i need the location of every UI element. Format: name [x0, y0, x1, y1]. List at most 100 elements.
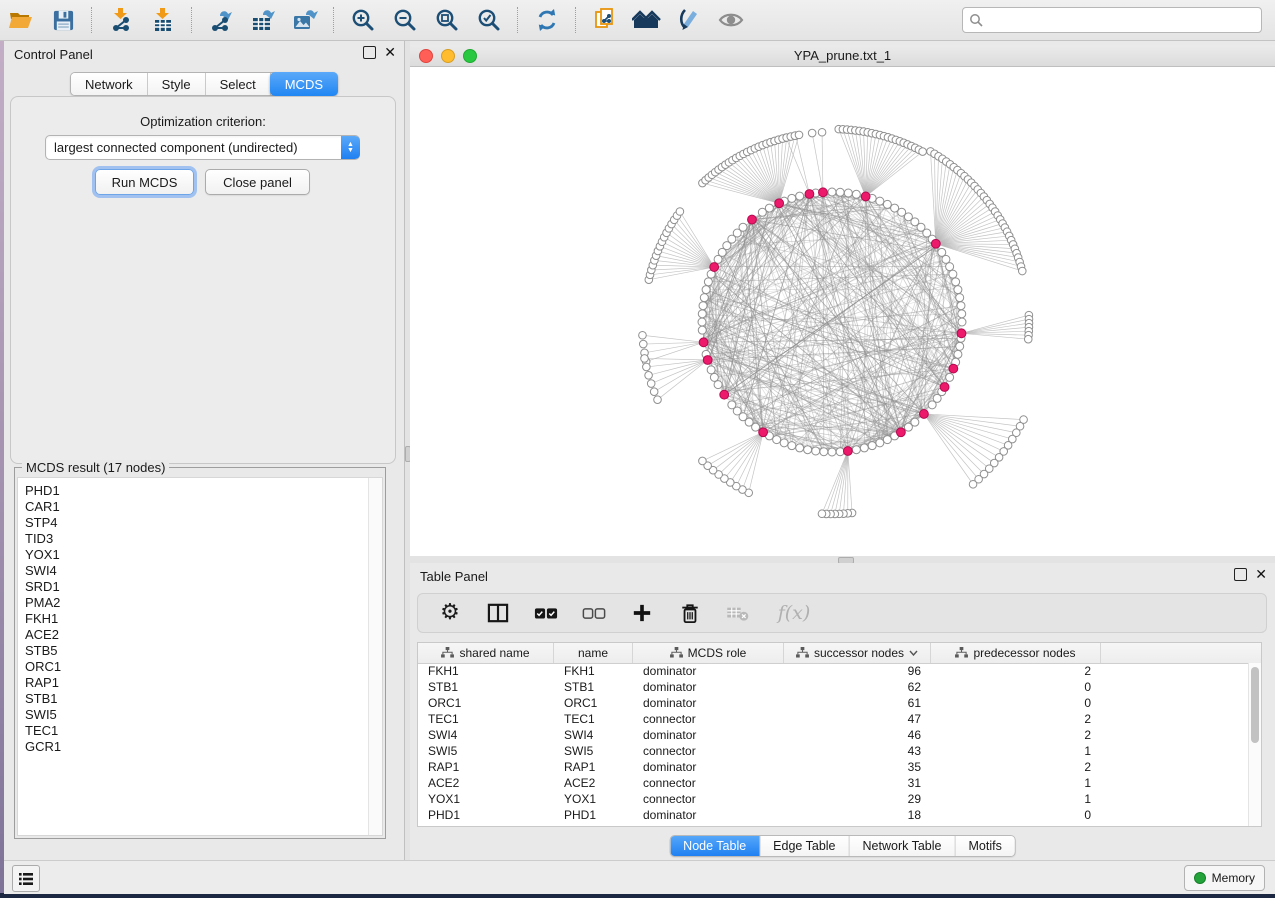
mcds-result-item[interactable]: STP4	[25, 515, 369, 531]
column-header-predecessor-nodes[interactable]: predecessor nodes	[931, 643, 1101, 663]
mcds-node[interactable]	[748, 215, 757, 224]
export-image-button[interactable]	[288, 4, 322, 36]
tab-mcds[interactable]: MCDS	[270, 72, 338, 96]
tab-select[interactable]: Select	[206, 73, 271, 95]
horizontal-splitter[interactable]	[410, 556, 1275, 563]
mcds-result-item[interactable]: FKH1	[25, 611, 369, 627]
mcds-node[interactable]	[843, 447, 852, 456]
close-panel-icon[interactable]: ✕	[384, 47, 396, 58]
mcds-node[interactable]	[805, 190, 814, 199]
table-scrollbar[interactable]	[1248, 663, 1261, 826]
mcds-result-list[interactable]: PHD1CAR1STP4TID3YOX1SWI4SRD1PMA2FKH1ACE2…	[17, 477, 383, 836]
table-row[interactable]: FKH1FKH1dominator962	[418, 663, 1249, 679]
optimization-criterion-select[interactable]: largest connected component (undirected)…	[45, 135, 360, 160]
table-panel-header: Table Panel ✕	[410, 563, 1275, 589]
global-search-field[interactable]	[962, 7, 1262, 33]
table-settings-button[interactable]: ⚙	[438, 601, 462, 625]
mcds-result-item[interactable]: GCR1	[25, 739, 369, 755]
zoom-out-button[interactable]	[388, 4, 422, 36]
table-row[interactable]: ACE2ACE2connector311	[418, 775, 1249, 791]
show-columns-button[interactable]	[486, 601, 510, 625]
search-input[interactable]	[983, 12, 1255, 28]
mcds-result-item[interactable]: SWI4	[25, 563, 369, 579]
float-panel-icon[interactable]	[363, 46, 376, 59]
column-header-name[interactable]: name	[554, 643, 633, 663]
mcds-result-item[interactable]: RAP1	[25, 675, 369, 691]
select-all-button[interactable]	[534, 601, 558, 625]
export-table-button[interactable]	[246, 4, 280, 36]
table-row[interactable]: TEC1TEC1connector472	[418, 711, 1249, 727]
mcds-result-item[interactable]: ACE2	[25, 627, 369, 643]
column-header-shared-name[interactable]: shared name	[418, 643, 554, 663]
toolbar-separator	[575, 7, 577, 33]
vizmapper-button[interactable]	[672, 4, 706, 36]
mcds-list-scrollbar[interactable]	[368, 478, 382, 835]
deselect-all-button[interactable]	[582, 601, 606, 625]
new-network-from-selection-button[interactable]	[588, 4, 622, 36]
tab-network[interactable]: Network	[71, 73, 148, 95]
tab-node-table[interactable]: Node Table	[670, 836, 760, 856]
network-canvas[interactable]	[410, 67, 1275, 556]
table-row[interactable]: PHD1PHD1dominator180	[418, 807, 1249, 823]
open-folder-button[interactable]	[4, 4, 38, 36]
task-history-button[interactable]	[12, 865, 40, 892]
mcds-node[interactable]	[720, 390, 729, 399]
mcds-result-item[interactable]: CAR1	[25, 499, 369, 515]
float-panel-icon[interactable]	[1234, 568, 1247, 581]
table-row[interactable]: STB1STB1dominator620	[418, 679, 1249, 695]
column-header-successor-nodes[interactable]: successor nodes	[784, 643, 931, 663]
hide-panel-button[interactable]	[714, 4, 748, 36]
mcds-node[interactable]	[957, 329, 966, 338]
mcds-node[interactable]	[699, 338, 708, 347]
export-image-icon	[292, 7, 319, 33]
mcds-node[interactable]	[759, 428, 768, 437]
mcds-node[interactable]	[949, 364, 958, 373]
mcds-node[interactable]	[703, 356, 712, 365]
mcds-result-item[interactable]: TID3	[25, 531, 369, 547]
delete-column-button[interactable]	[678, 601, 702, 625]
scrollbar-thumb[interactable]	[1251, 667, 1259, 743]
mcds-result-item[interactable]: SWI5	[25, 707, 369, 723]
table-row[interactable]: YOX1YOX1connector291	[418, 791, 1249, 807]
save-button[interactable]	[46, 4, 80, 36]
add-column-button[interactable]	[630, 601, 654, 625]
toolbar-separator	[517, 7, 519, 33]
mcds-node[interactable]	[819, 188, 828, 197]
table-row[interactable]: SWI5SWI5connector431	[418, 743, 1249, 759]
mcds-result-item[interactable]: STB1	[25, 691, 369, 707]
close-panel-button[interactable]: Close panel	[205, 169, 310, 195]
table-row[interactable]: RAP1RAP1dominator352	[418, 759, 1249, 775]
mcds-node[interactable]	[775, 199, 784, 208]
close-panel-icon[interactable]: ✕	[1255, 569, 1267, 580]
mcds-result-item[interactable]: YOX1	[25, 547, 369, 563]
zoom-fit-button[interactable]	[430, 4, 464, 36]
export-network-button[interactable]	[204, 4, 238, 36]
mcds-node[interactable]	[940, 383, 949, 392]
tab-style[interactable]: Style	[148, 73, 206, 95]
zoom-selected-button[interactable]	[472, 4, 506, 36]
show-all-networks-button[interactable]	[630, 4, 664, 36]
import-network-button[interactable]	[104, 4, 138, 36]
tab-network-table[interactable]: Network Table	[850, 836, 956, 856]
mcds-result-item[interactable]: PHD1	[25, 483, 369, 499]
mcds-node[interactable]	[931, 239, 940, 248]
refresh-button[interactable]	[530, 4, 564, 36]
mcds-result-item[interactable]: STB5	[25, 643, 369, 659]
import-table-button[interactable]	[146, 4, 180, 36]
mcds-result-item[interactable]: SRD1	[25, 579, 369, 595]
mcds-node[interactable]	[920, 410, 929, 419]
run-mcds-button[interactable]: Run MCDS	[95, 169, 194, 195]
mcds-result-item[interactable]: PMA2	[25, 595, 369, 611]
mcds-result-item[interactable]: ORC1	[25, 659, 369, 675]
memory-button[interactable]: Memory	[1184, 865, 1265, 891]
mcds-node[interactable]	[861, 192, 870, 201]
tab-motifs[interactable]: Motifs	[955, 836, 1014, 856]
tab-edge-table[interactable]: Edge Table	[760, 836, 849, 856]
table-row[interactable]: SWI4SWI4dominator462	[418, 727, 1249, 743]
table-row[interactable]: ORC1ORC1dominator610	[418, 695, 1249, 711]
zoom-in-button[interactable]	[346, 4, 380, 36]
mcds-node[interactable]	[710, 263, 719, 272]
mcds-node[interactable]	[896, 428, 905, 437]
mcds-result-item[interactable]: TEC1	[25, 723, 369, 739]
column-header-MCDS-role[interactable]: MCDS role	[633, 643, 784, 663]
